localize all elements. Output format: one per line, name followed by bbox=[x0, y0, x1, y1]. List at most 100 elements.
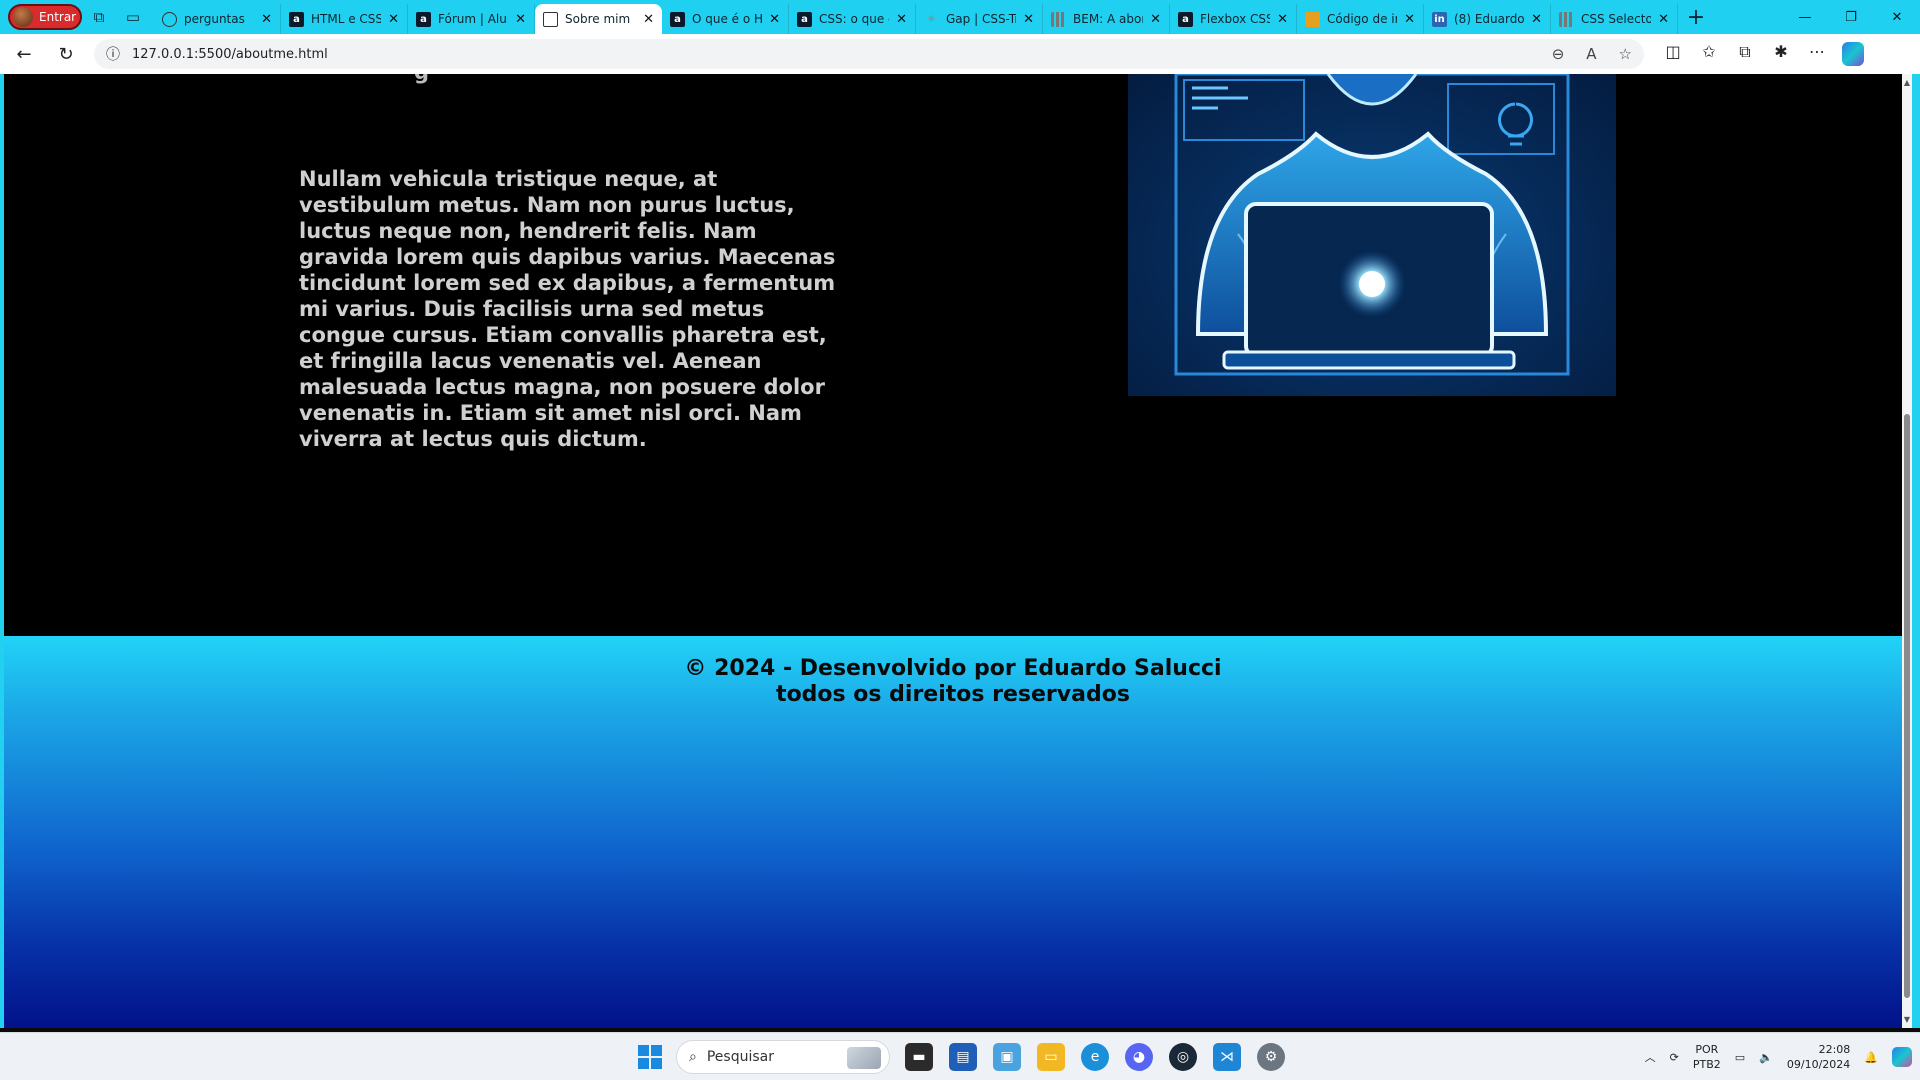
close-tab-icon[interactable]: ✕ bbox=[1658, 12, 1669, 27]
browser-tab[interactable]: Sobre mim ✕ bbox=[535, 4, 662, 34]
close-tab-icon[interactable]: ✕ bbox=[388, 12, 399, 27]
alura-icon: a bbox=[416, 11, 431, 27]
footer-rights: todos os direitos reservados bbox=[776, 682, 1130, 707]
close-tab-icon[interactable]: ✕ bbox=[1531, 12, 1542, 27]
url-text[interactable]: 127.0.0.1:5500/aboutme.html bbox=[132, 47, 1540, 62]
browser-tab-bar: Entrar ⧉ ▭ perguntas ✕ a HTML e CSS: ✕ a Fórum… bbox=[0, 0, 1920, 34]
language-indicator[interactable]: POR PTB2 bbox=[1693, 1042, 1721, 1072]
refresh-icon[interactable]: ↻ bbox=[48, 36, 84, 72]
clock-date: 09/10/2024 bbox=[1786, 1058, 1851, 1071]
site-info-icon[interactable]: ⓘ bbox=[106, 44, 120, 64]
discord-icon[interactable]: ◕ bbox=[1125, 1043, 1153, 1071]
close-tab-icon[interactable]: ✕ bbox=[1277, 12, 1288, 27]
globe-icon bbox=[162, 11, 177, 27]
tab-title: perguntas bbox=[184, 12, 245, 26]
read-aloud-icon[interactable]: A bbox=[1586, 45, 1596, 63]
file-explorer-icon[interactable]: ▭ bbox=[1037, 1043, 1065, 1071]
tab-title: Sobre mim bbox=[565, 12, 631, 26]
address-bar[interactable]: ⓘ 127.0.0.1:5500/aboutme.html ⊖ A ☆ bbox=[94, 39, 1644, 69]
settings-gear-icon[interactable]: ⚙ bbox=[1257, 1043, 1285, 1071]
close-tab-icon[interactable]: ✕ bbox=[896, 12, 907, 27]
photos-icon[interactable]: ▣ bbox=[993, 1043, 1021, 1071]
tab-actions-icon[interactable]: ▭ bbox=[116, 0, 150, 34]
back-icon[interactable]: ← bbox=[6, 36, 42, 72]
scroll-thumb[interactable] bbox=[1904, 414, 1910, 998]
windows-taskbar: ⌕ Pesquisar ▬ ▤ ▣ ▭ e ◕ ◎ ⋊ ⚙ ︿ ⟳ POR PT… bbox=[0, 1032, 1920, 1080]
window-controls: — ❐ ✕ bbox=[1782, 0, 1920, 34]
document-icon bbox=[543, 11, 558, 27]
close-tab-icon[interactable]: ✕ bbox=[515, 12, 526, 27]
browser-tab[interactable]: ✳ Gap | CSS-Tri ✕ bbox=[916, 4, 1043, 34]
minimize-icon[interactable]: — bbox=[1782, 0, 1828, 34]
browser-tab[interactable]: perguntas ✕ bbox=[154, 4, 281, 34]
page-footer: © 2024 - Desenvolvido por Eduardo Salucc… bbox=[4, 636, 1902, 1028]
navigation-bar: ← ↻ ⓘ 127.0.0.1:5500/aboutme.html ⊖ A ☆ … bbox=[0, 34, 1920, 74]
edge-browser-icon[interactable]: e bbox=[1081, 1043, 1109, 1071]
browser-tab[interactable]: BEM: A abor ✕ bbox=[1043, 4, 1170, 34]
tab-title: CSS Selector bbox=[1581, 12, 1652, 26]
close-tab-icon[interactable]: ✕ bbox=[769, 12, 780, 27]
new-tab-button[interactable]: + bbox=[1678, 0, 1714, 34]
zoom-icon[interactable]: ⊖ bbox=[1552, 45, 1565, 63]
workspaces-icon[interactable]: ⧉ bbox=[82, 0, 116, 34]
split-screen-icon[interactable]: ◫ bbox=[1662, 42, 1684, 66]
vscode-icon[interactable]: ⋊ bbox=[1213, 1043, 1241, 1071]
vertical-scrollbar[interactable]: ▲ ▼ bbox=[1902, 74, 1912, 1028]
window-border-right bbox=[1912, 74, 1920, 1028]
store-icon[interactable]: ▤ bbox=[949, 1043, 977, 1071]
scroll-up-icon[interactable]: ▲ bbox=[1903, 78, 1911, 87]
steam-icon[interactable]: ◎ bbox=[1169, 1043, 1197, 1071]
close-tab-icon[interactable]: ✕ bbox=[1023, 12, 1034, 27]
restore-icon[interactable]: ❐ bbox=[1828, 0, 1874, 34]
favorite-star-icon[interactable]: ☆ bbox=[1619, 45, 1632, 63]
developer-illustration bbox=[1128, 74, 1616, 396]
extensions-icon[interactable]: ✱ bbox=[1770, 42, 1792, 66]
browser-tab[interactable]: a Flexbox CSS: ✕ bbox=[1170, 4, 1297, 34]
close-tab-icon[interactable]: ✕ bbox=[261, 12, 272, 27]
alura-icon: a bbox=[670, 11, 685, 27]
page-viewport: g Nullam vehicula tristique neque, at ve… bbox=[4, 74, 1902, 1028]
star-icon: ✳ bbox=[927, 13, 936, 25]
taskbar-search[interactable]: ⌕ Pesquisar bbox=[676, 1040, 890, 1074]
task-view-icon[interactable]: ▬ bbox=[905, 1043, 933, 1071]
tab-title: Código de ir bbox=[1327, 12, 1398, 26]
chevron-up-icon[interactable]: ︿ bbox=[1645, 1049, 1656, 1065]
alura-icon: a bbox=[1178, 11, 1193, 27]
footer-copyright: © 2024 - Desenvolvido por Eduardo Salucc… bbox=[684, 656, 1222, 681]
grid-icon bbox=[1051, 11, 1066, 27]
code-icon bbox=[1305, 11, 1320, 27]
sync-icon[interactable]: ⟳ bbox=[1670, 1051, 1679, 1064]
copilot-icon[interactable] bbox=[1842, 42, 1864, 66]
close-tab-icon[interactable]: ✕ bbox=[643, 12, 654, 27]
windows-start-icon[interactable] bbox=[638, 1045, 662, 1069]
search-placeholder: Pesquisar bbox=[706, 1049, 774, 1065]
alura-icon: a bbox=[797, 11, 812, 27]
search-highlight-image bbox=[847, 1047, 881, 1069]
close-window-icon[interactable]: ✕ bbox=[1874, 0, 1920, 34]
more-menu-icon[interactable]: ⋯ bbox=[1806, 42, 1828, 66]
collections-icon[interactable]: ⧉ bbox=[1734, 42, 1756, 66]
browser-tab[interactable]: a CSS: o que é ✕ bbox=[789, 4, 916, 34]
profile-button[interactable]: Entrar bbox=[8, 4, 82, 30]
browser-tab[interactable]: Código de ir ✕ bbox=[1297, 4, 1424, 34]
browser-tab[interactable]: CSS Selector ✕ bbox=[1551, 4, 1678, 34]
browser-tab[interactable]: a O que é o H ✕ bbox=[662, 4, 789, 34]
clock[interactable]: 22:08 09/10/2024 bbox=[1787, 1042, 1850, 1072]
tab-strip: perguntas ✕ a HTML e CSS: ✕ a Fórum | Alur ✕ Sob… bbox=[154, 0, 1678, 34]
scroll-down-icon[interactable]: ▼ bbox=[1903, 1015, 1911, 1024]
close-tab-icon[interactable]: ✕ bbox=[1404, 12, 1415, 27]
notification-bell-icon[interactable]: 🔔 bbox=[1864, 1051, 1878, 1064]
browser-tab[interactable]: in (8) Eduardo ✕ bbox=[1424, 4, 1551, 34]
browser-tab[interactable]: a HTML e CSS: ✕ bbox=[281, 4, 408, 34]
lang-code: POR bbox=[1695, 1043, 1719, 1056]
copilot-taskbar-icon[interactable] bbox=[1892, 1047, 1912, 1067]
linkedin-icon: in bbox=[1432, 11, 1447, 27]
browser-tab[interactable]: a Fórum | Alur ✕ bbox=[408, 4, 535, 34]
cut-off-text: g bbox=[414, 74, 429, 84]
avatar bbox=[13, 7, 33, 27]
tab-title: BEM: A abor bbox=[1073, 12, 1144, 26]
favorites-icon[interactable]: ✩ bbox=[1698, 42, 1720, 66]
volume-icon[interactable]: 🔈 bbox=[1759, 1051, 1773, 1064]
network-icon[interactable]: ▭ bbox=[1735, 1051, 1745, 1064]
close-tab-icon[interactable]: ✕ bbox=[1150, 12, 1161, 27]
